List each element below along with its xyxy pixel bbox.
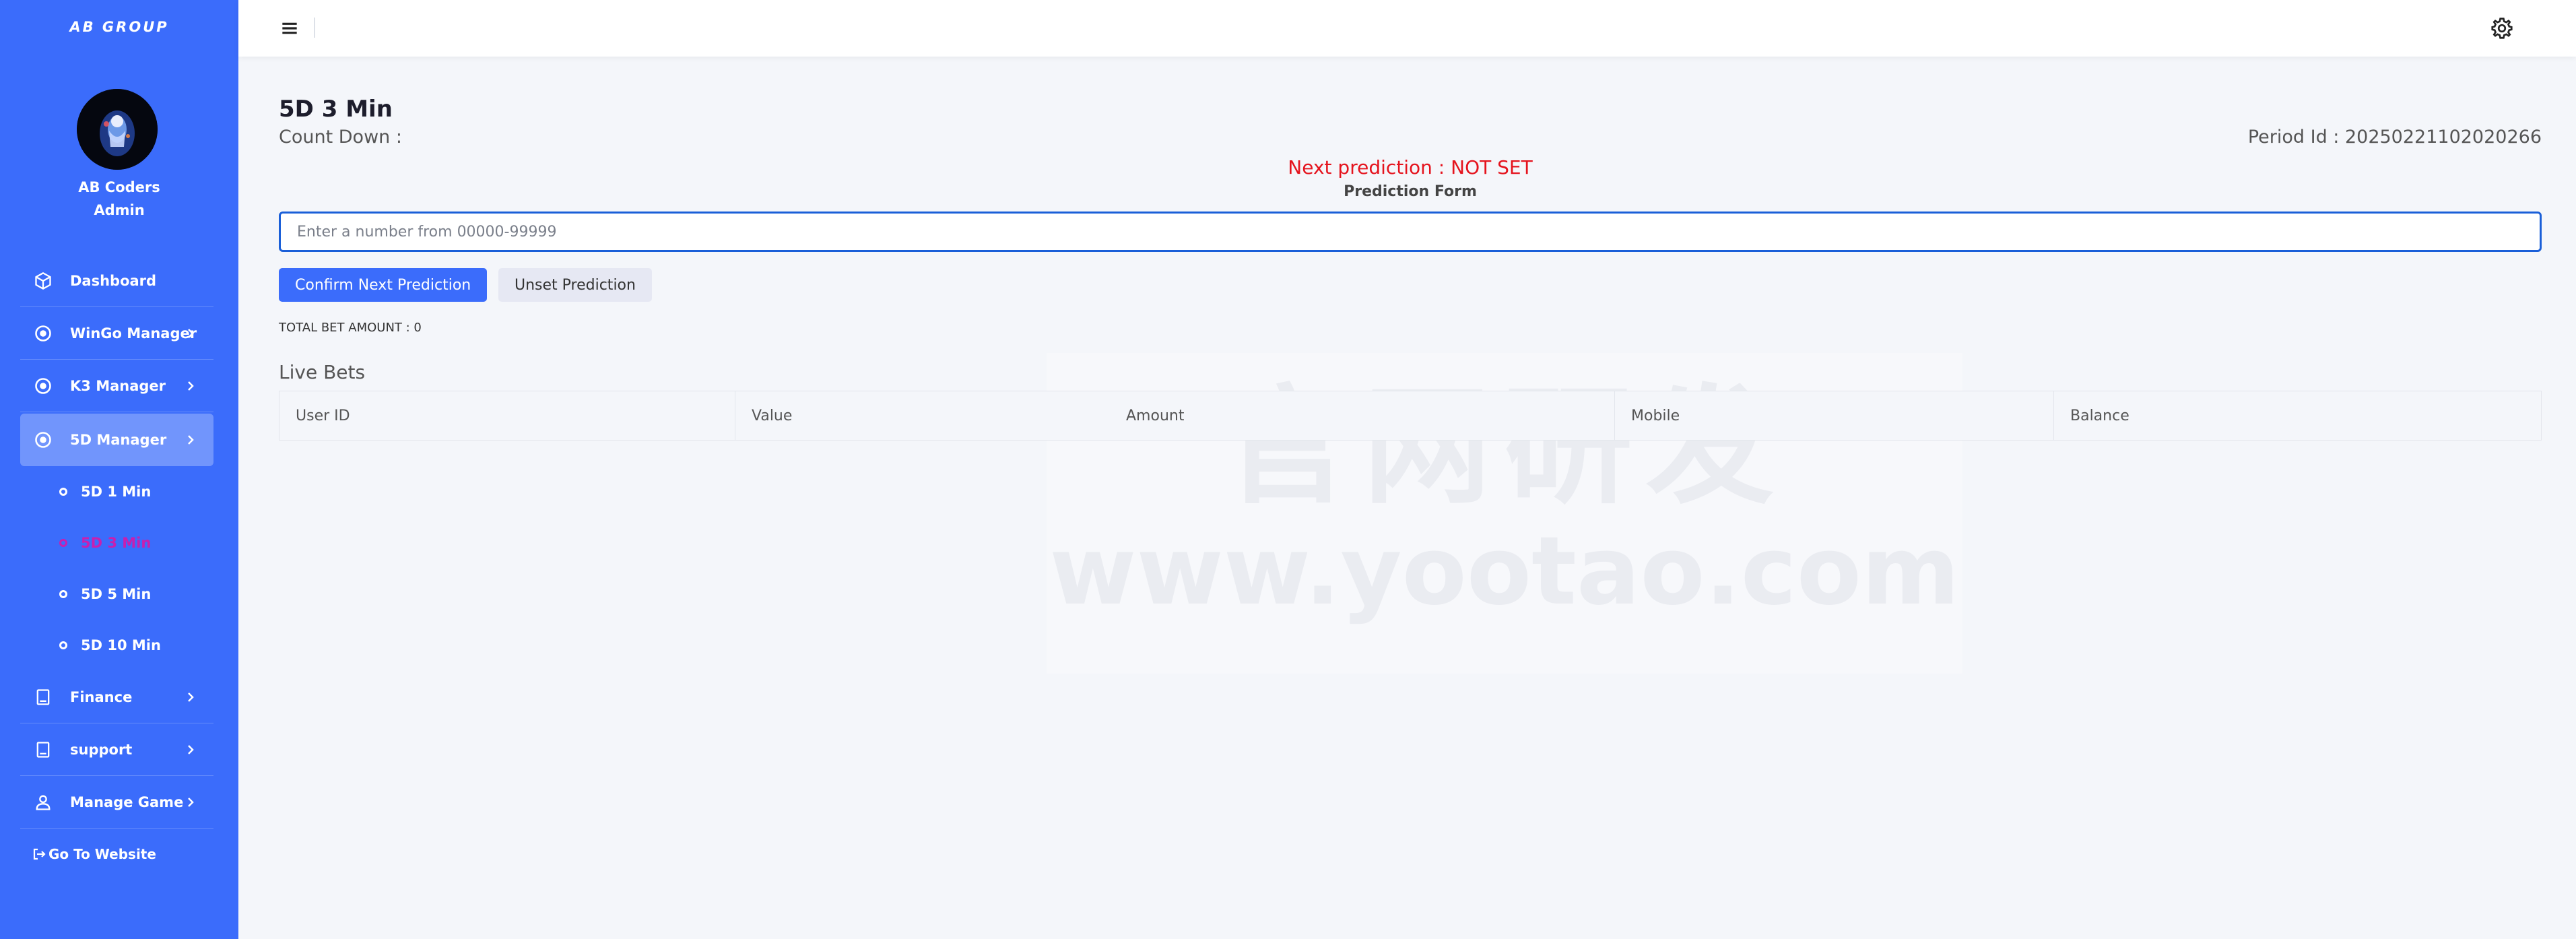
sidebar-item-label: Dashboard <box>70 272 157 289</box>
total-bet-amount: TOTAL BET AMOUNT : 0 <box>279 321 422 335</box>
circle-icon <box>59 539 67 547</box>
circle-icon <box>59 590 67 598</box>
topbar-divider <box>314 18 315 38</box>
user-name: AB Coders <box>78 179 160 195</box>
sidebar-item-wingo-manager[interactable]: WinGo Manager <box>20 307 213 360</box>
sidebar-item-5d-manager[interactable]: 5D Manager <box>20 414 213 466</box>
sidebar: AB GROUP AB Coders Admin Dashboard WinGo… <box>0 0 238 939</box>
menu-icon <box>282 22 297 34</box>
table-header-amount[interactable]: Amount <box>1126 408 1184 424</box>
circle-icon <box>59 641 67 649</box>
sidebar-item-dashboard[interactable]: Dashboard <box>20 255 213 307</box>
chevron-right-icon <box>188 435 194 445</box>
sidebar-nav: Dashboard WinGo Manager K3 Manager 5D Ma… <box>20 255 213 829</box>
sidebar-subitem-label: 5D 1 Min <box>81 484 152 500</box>
user-icon <box>30 789 57 816</box>
sidebar-item-label: support <box>70 741 133 758</box>
next-prediction-status: Next prediction : NOT SET <box>1288 156 1533 179</box>
sign-out-icon <box>33 848 46 860</box>
sidebar-subitem-label: 5D 3 Min <box>81 535 152 551</box>
sidebar-item-manage-game[interactable]: Manage Game <box>20 776 213 829</box>
table-header-mobile[interactable]: Mobile <box>1615 391 2054 440</box>
sidebar-item-finance[interactable]: Finance <box>20 671 213 723</box>
period-id: Period Id : 20250221102020266 <box>2247 127 2542 148</box>
watermark-line-2: www.yootao.com <box>1049 517 1960 626</box>
target-icon <box>30 373 57 399</box>
table-header-balance[interactable]: Balance <box>2054 391 2541 440</box>
live-bets-table: User ID Value Amount Mobile Balance <box>279 391 2542 441</box>
book-icon <box>30 736 57 763</box>
chevron-right-icon <box>188 328 194 338</box>
go-to-website-label: Go To Website <box>48 846 156 862</box>
sidebar-subitem-5d-5-min[interactable]: 5D 5 Min <box>20 569 213 620</box>
avatar[interactable] <box>77 89 158 170</box>
sidebar-item-label: WinGo Manager <box>70 325 197 342</box>
cube-icon <box>30 267 57 294</box>
table-header-user-id[interactable]: User ID <box>279 391 735 440</box>
sidebar-subitem-5d-1-min[interactable]: 5D 1 Min <box>20 466 213 517</box>
sidebar-subitem-label: 5D 5 Min <box>81 586 152 602</box>
live-bets-title: Live Bets <box>279 361 366 383</box>
sidebar-item-label: Manage Game <box>70 794 184 810</box>
confirm-next-prediction-button[interactable]: Confirm Next Prediction <box>279 268 488 302</box>
chevron-right-icon <box>188 692 194 702</box>
chevron-right-icon <box>188 381 194 391</box>
chevron-right-icon <box>188 797 194 807</box>
gear-icon <box>2491 18 2513 39</box>
target-icon <box>30 320 57 347</box>
sidebar-item-label: K3 Manager <box>70 377 166 394</box>
table-header-value[interactable]: Value Amount <box>735 391 1615 440</box>
prediction-input[interactable] <box>279 212 2542 252</box>
topbar <box>238 0 2576 57</box>
user-role: Admin <box>94 202 145 218</box>
sidebar-subitem-5d-10-min[interactable]: 5D 10 Min <box>20 620 213 671</box>
page-title: 5D 3 Min <box>279 96 393 123</box>
brand-logo[interactable]: AB GROUP <box>0 19 238 35</box>
sidebar-item-label: Finance <box>70 688 133 705</box>
target-icon <box>30 426 57 453</box>
table-header-value-text: Value <box>752 407 793 424</box>
sidebar-subitem-label: 5D 10 Min <box>81 637 161 653</box>
sidebar-subitem-5d-3-min[interactable]: 5D 3 Min <box>20 517 213 569</box>
sidebar-item-support[interactable]: support <box>20 723 213 776</box>
sidebar-item-label: 5D Manager <box>70 432 167 448</box>
circle-icon <box>59 488 67 496</box>
book-icon <box>30 684 57 711</box>
settings-button[interactable] <box>2490 16 2514 40</box>
sidebar-item-k3-manager[interactable]: K3 Manager <box>20 360 213 412</box>
unset-prediction-button[interactable]: Unset Prediction <box>498 268 652 302</box>
chevron-right-icon <box>188 744 194 754</box>
countdown-label: Count Down : <box>279 127 402 148</box>
prediction-form-label: Prediction Form <box>1344 183 1477 200</box>
hamburger-menu-button[interactable] <box>279 18 300 39</box>
go-to-website-link[interactable]: Go To Website <box>32 846 156 862</box>
